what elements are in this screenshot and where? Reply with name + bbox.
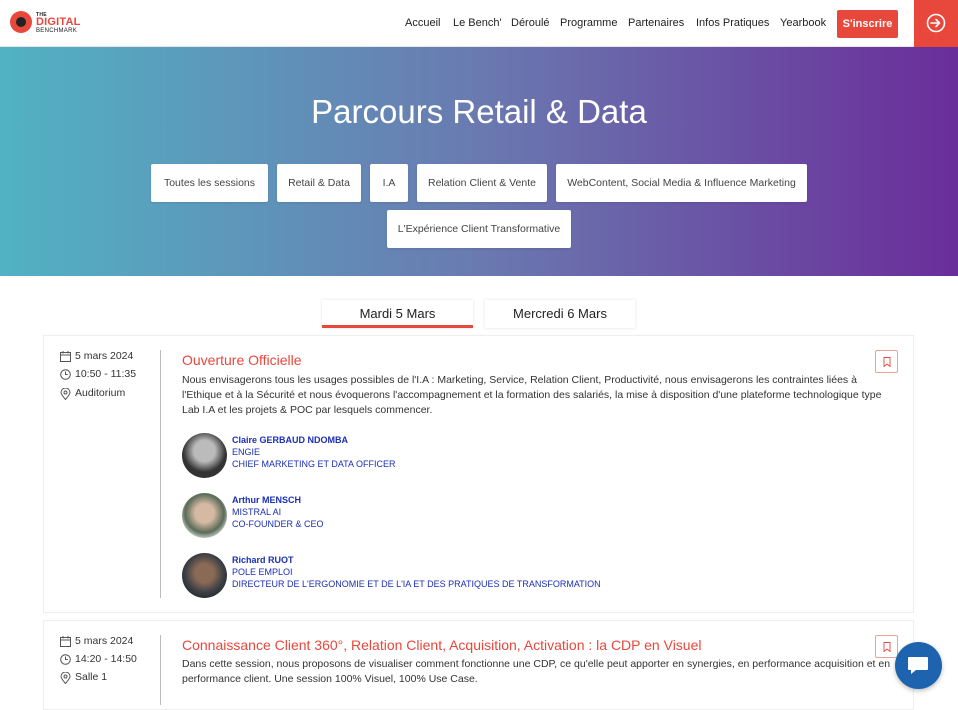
speaker-organization: ENGIE	[232, 447, 261, 457]
speaker-item[interactable]: Arthur MENSCH MISTRAL AI CO-FOUNDER & CE…	[182, 493, 682, 539]
login-icon	[926, 13, 946, 33]
clock-icon	[60, 654, 71, 665]
session-card: 5 mars 2024 14:20 - 14:50 Salle 1 Connai…	[43, 620, 914, 710]
logo-text-digital: DIGITAL	[36, 16, 81, 28]
nav-accueil[interactable]: Accueil	[405, 17, 440, 29]
bookmark-icon	[883, 642, 891, 652]
logo-text-benchmark: BENCHMARK	[36, 28, 78, 34]
speaker-role: DIRECTEUR DE L'ERGONOMIE ET DE L'IA ET D…	[232, 579, 601, 589]
nav-partenaires[interactable]: Partenaires	[628, 17, 684, 29]
speaker-name: Claire GERBAUD NDOMBA	[232, 435, 349, 445]
bookmark-button[interactable]	[875, 635, 898, 658]
login-button[interactable]	[914, 0, 958, 47]
session-card: 5 mars 2024 10:50 - 11:35 Auditorium Ouv…	[43, 335, 914, 613]
session-title[interactable]: Ouverture Officielle	[182, 352, 302, 368]
speaker-name: Richard RUOT	[232, 555, 294, 565]
bookmark-button[interactable]	[875, 350, 898, 373]
clock-icon	[60, 369, 71, 380]
speaker-item[interactable]: Richard RUOT POLE EMPLOI DIRECTEUR DE L'…	[182, 553, 682, 599]
session-title[interactable]: Connaissance Client 360°, Relation Clien…	[182, 637, 701, 653]
speaker-item[interactable]: Claire GERBAUD NDOMBA ENGIE CHIEF MARKET…	[182, 433, 682, 479]
speaker-role: CO-FOUNDER & CEO	[232, 519, 324, 529]
speaker-avatar	[182, 553, 227, 598]
page-title: Parcours Retail & Data	[311, 93, 647, 130]
speaker-avatar	[182, 493, 227, 538]
divider	[160, 350, 161, 598]
calendar-icon	[60, 351, 71, 362]
divider	[160, 635, 161, 705]
nav-infos-pratiques[interactable]: Infos Pratiques	[696, 17, 769, 29]
filter-webcontent[interactable]: WebContent, Social Media & Influence Mar…	[556, 164, 807, 202]
tab-day-2[interactable]: Mercredi 6 Mars	[485, 300, 635, 328]
filter-relation-client[interactable]: Relation Client & Vente	[417, 164, 547, 202]
speaker-organization: POLE EMPLOI	[232, 567, 293, 577]
filter-all-sessions[interactable]: Toutes les sessions	[151, 164, 268, 202]
session-description: Nous envisagerons tous les usages possib…	[182, 374, 882, 416]
speaker-name: Arthur MENSCH	[232, 495, 301, 505]
bookmark-icon	[883, 357, 891, 367]
tab-day-1[interactable]: Mardi 5 Mars	[322, 300, 473, 328]
nav-yearbook[interactable]: Yearbook	[780, 17, 826, 29]
speaker-avatar	[182, 433, 227, 478]
nav-le-bench[interactable]: Le Bench'	[453, 17, 502, 29]
location-pin-icon	[60, 672, 71, 684]
nav-deroule[interactable]: Déroulé	[511, 17, 550, 29]
logo-mark-icon	[10, 11, 32, 33]
chat-bubble-icon	[908, 657, 928, 674]
register-button[interactable]: S'inscrire	[837, 10, 898, 38]
nav-programme[interactable]: Programme	[560, 17, 617, 29]
filter-retail-data[interactable]: Retail & Data	[277, 164, 361, 202]
site-logo[interactable]: THE DIGITAL BENCHMARK	[10, 10, 90, 38]
speaker-organization: MISTRAL AI	[232, 507, 282, 517]
filter-experience-client[interactable]: L'Expérience Client Transformative	[387, 210, 571, 248]
site-header: THE DIGITAL BENCHMARK Accueil Le Bench' …	[0, 0, 958, 47]
chat-widget-button[interactable]	[895, 642, 942, 689]
calendar-icon	[60, 636, 71, 647]
speaker-role: CHIEF MARKETING ET DATA OFFICER	[232, 459, 396, 469]
filter-ia[interactable]: I.A	[370, 164, 408, 202]
session-description: Dans cette session, nous proposons de vi…	[182, 658, 891, 685]
location-pin-icon	[60, 388, 71, 400]
